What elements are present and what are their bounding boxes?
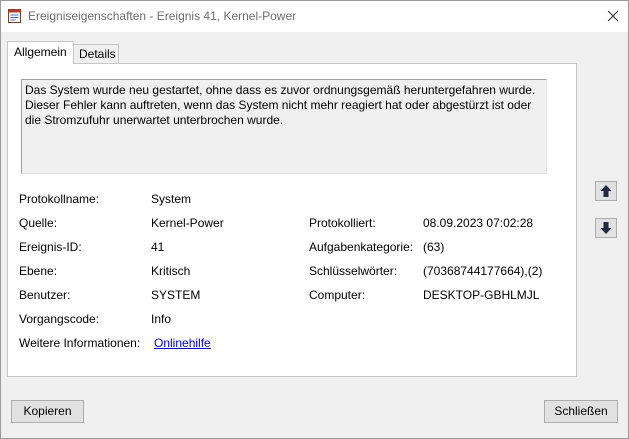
copy-button[interactable]: Kopieren — [11, 400, 84, 423]
event-viewer-icon — [8, 9, 21, 23]
log-name-label: Protokollname: — [19, 192, 100, 206]
event-id-label: Ereignis-ID: — [19, 240, 82, 254]
close-button[interactable]: Schließen — [544, 400, 618, 423]
computer-label: Computer: — [309, 288, 366, 302]
event-description[interactable]: Das System wurde neu gestartet, ohne das… — [21, 79, 547, 174]
task-category-label: Aufgabenkategorie: — [309, 240, 414, 254]
tab-general[interactable]: Allgemein — [7, 41, 74, 64]
opcode-value: Info — [151, 312, 172, 326]
level-value: Kritisch — [151, 264, 191, 278]
user-label: Benutzer: — [19, 288, 71, 302]
arrow-down-icon — [600, 222, 612, 234]
task-category-value: (63) — [423, 240, 445, 254]
computer-value: DESKTOP-GBHLMJL — [423, 288, 540, 302]
keywords-value: (70368744177664),(2) — [423, 264, 543, 278]
previous-event-button[interactable] — [595, 181, 617, 201]
user-value: SYSTEM — [151, 288, 201, 302]
source-value: Kernel-Power — [151, 216, 224, 230]
event-properties-window: Ereigniseigenschaften - Ereignis 41, Ker… — [0, 0, 629, 439]
source-label: Quelle: — [19, 216, 58, 230]
logged-label: Protokolliert: — [309, 216, 376, 230]
close-icon — [607, 10, 619, 22]
window-title: Ereigniseigenschaften - Ereignis 41, Ker… — [28, 9, 297, 23]
online-help-link[interactable]: Onlinehilfe — [154, 336, 211, 350]
tab-details[interactable]: Details — [74, 44, 119, 63]
arrow-up-icon — [600, 185, 612, 197]
level-label: Ebene: — [19, 264, 58, 278]
general-tab-panel: Das System wurde neu gestartet, ohne das… — [7, 63, 577, 377]
keywords-label: Schlüsselwörter: — [309, 264, 398, 278]
opcode-label: Vorgangscode: — [19, 312, 100, 326]
logged-value: 08.09.2023 07:02:28 — [423, 216, 534, 230]
log-name-value: System — [151, 192, 192, 206]
close-window-button[interactable] — [597, 1, 628, 32]
next-event-button[interactable] — [595, 218, 617, 238]
title-bar[interactable]: Ereigniseigenschaften - Ereignis 41, Ker… — [1, 1, 628, 32]
event-id-value: 41 — [151, 240, 165, 254]
more-info-label: Weitere Informationen: — [19, 336, 141, 350]
